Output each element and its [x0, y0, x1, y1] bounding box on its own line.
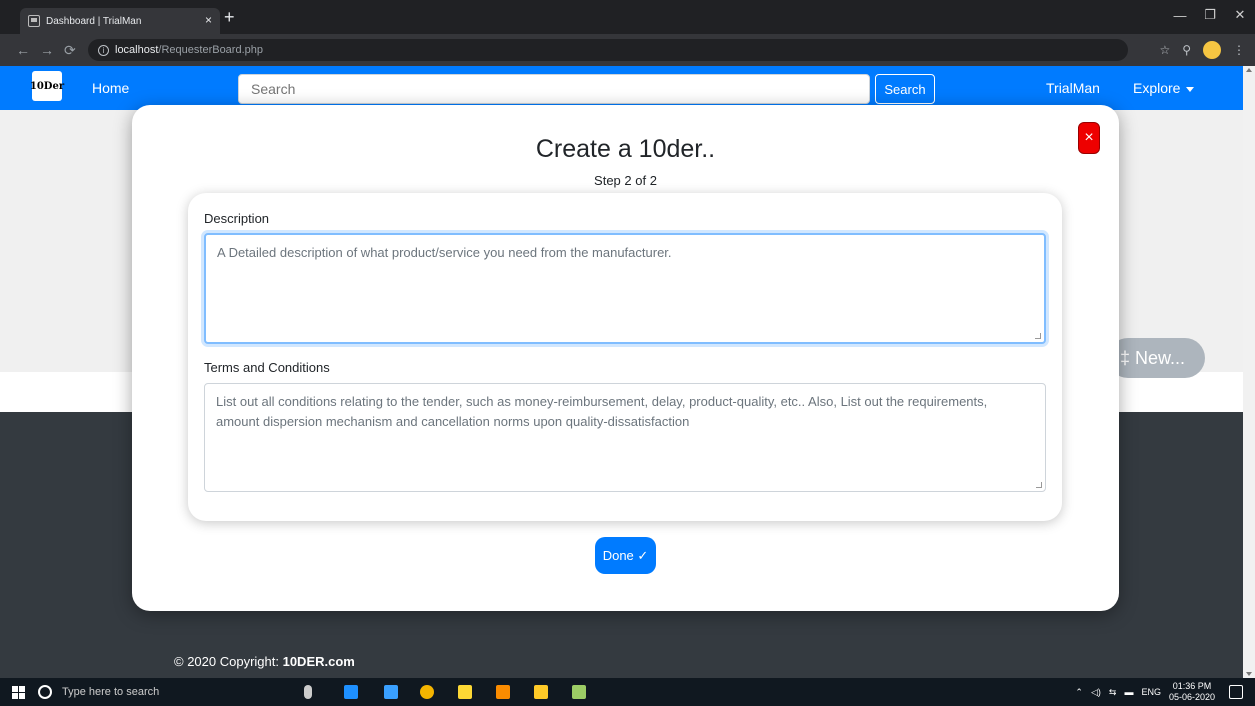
windows-start-icon[interactable] — [12, 686, 25, 699]
description-placeholder: A Detailed description of what product/s… — [217, 245, 672, 260]
paint-icon[interactable] — [572, 685, 586, 699]
description-label: Description — [204, 211, 270, 226]
page-scrollbar[interactable] — [1243, 66, 1255, 678]
nav-home-link[interactable]: Home — [92, 80, 129, 96]
explore-label: Explore — [1133, 80, 1181, 96]
reload-icon[interactable]: ⟳ — [64, 42, 76, 59]
site-info-icon[interactable]: i — [98, 44, 109, 56]
resize-grip-icon[interactable] — [1035, 333, 1041, 339]
app-icon[interactable] — [384, 685, 398, 699]
terms-label: Terms and Conditions — [204, 360, 330, 375]
resize-grip-icon[interactable] — [1036, 482, 1042, 488]
done-button[interactable]: Done ✓ — [595, 537, 656, 574]
brand-logo[interactable]: 10Der — [30, 71, 64, 101]
modal-title: Create a 10der.. — [535, 135, 716, 163]
minimize-button[interactable]: — — [1165, 0, 1195, 30]
create-10der-modal: × Create a 10der.. Step 2 of 2 Descripti… — [132, 105, 1119, 611]
terms-textarea[interactable]: List out all conditions relating to the … — [204, 383, 1046, 492]
network-icon[interactable]: ⇆ — [1109, 687, 1117, 698]
caret-down-icon — [1186, 86, 1195, 92]
url-host: localhost — [115, 44, 159, 56]
tab-title: Dashboard | TrialMan — [46, 15, 142, 27]
address-bar[interactable]: i localhost/RequesterBoard.php — [88, 39, 1128, 61]
chrome-icon[interactable] — [420, 685, 434, 699]
browser-tab[interactable]: Dashboard | TrialMan × — [20, 8, 220, 34]
copyright-text: © 2020 Copyright: 10DER.com — [174, 654, 355, 669]
page-favicon-icon — [28, 15, 40, 27]
clock[interactable]: 01:36 PM 05-06-2020 — [1169, 681, 1215, 703]
url-path: /RequesterBoard.php — [158, 44, 263, 56]
browser-tabbar: Dashboard | TrialMan × + — ❐ ✕ — [0, 0, 1255, 34]
step-indicator: Step 2 of 2 — [594, 173, 657, 188]
explore-dropdown[interactable]: Explore — [1133, 80, 1195, 96]
back-arrow-icon[interactable]: ← — [16, 42, 30, 58]
bookmark-star-icon[interactable]: ☆ — [1159, 43, 1170, 57]
copyright-site: 10DER.com — [282, 654, 355, 669]
mail-app-icon[interactable] — [344, 685, 358, 699]
xampp-icon[interactable] — [496, 685, 510, 699]
browser-toolbar: ← → ⟳ i localhost/RequesterBoard.php ☆ ⚲… — [0, 34, 1255, 66]
scroll-down-icon[interactable] — [1246, 672, 1252, 676]
scroll-up-icon[interactable] — [1246, 68, 1252, 72]
search-input[interactable] — [238, 74, 870, 104]
new-button[interactable]: ‡ New... — [1108, 338, 1205, 378]
nav-user-link[interactable]: TrialMan — [1046, 80, 1100, 96]
forward-arrow-icon[interactable]: → — [40, 42, 54, 58]
microphone-icon[interactable] — [304, 685, 312, 699]
cortana-icon — [38, 685, 52, 699]
file-explorer-icon[interactable] — [534, 685, 548, 699]
taskbar-search[interactable]: Type here to search — [38, 678, 288, 706]
maximize-button[interactable]: ❐ — [1195, 0, 1225, 30]
site-navbar: 10Der Home Search TrialMan Explore — [0, 66, 1243, 110]
new-tab-button[interactable]: + — [224, 7, 235, 28]
language-indicator[interactable]: ENG — [1141, 687, 1161, 697]
chevron-up-icon[interactable]: ⌃ — [1075, 687, 1083, 698]
system-tray: ⌃ ◁) ⇆ ▬ ENG 01:36 PM 05-06-2020 — [1075, 681, 1215, 703]
form-card: Description A Detailed description of wh… — [188, 193, 1062, 521]
key-icon[interactable]: ⚲ — [1182, 43, 1191, 57]
profile-avatar[interactable] — [1203, 41, 1221, 59]
more-menu-icon[interactable]: ⋮ — [1233, 43, 1245, 57]
taskbar-search-placeholder: Type here to search — [62, 686, 160, 698]
sticky-notes-icon[interactable] — [458, 685, 472, 699]
volume-icon[interactable]: ◁) — [1091, 687, 1101, 698]
notification-icon[interactable] — [1229, 685, 1243, 699]
search-button[interactable]: Search — [875, 74, 935, 104]
window-controls: — ❐ ✕ — [1165, 0, 1255, 30]
tab-close-icon[interactable]: × — [205, 13, 212, 27]
clock-date: 05-06-2020 — [1168, 692, 1215, 702]
copyright-prefix: © 2020 Copyright: — [174, 654, 283, 669]
clock-time: 01:36 PM — [1172, 681, 1212, 691]
battery-icon[interactable]: ▬ — [1124, 687, 1133, 697]
close-window-button[interactable]: ✕ — [1225, 0, 1255, 30]
description-textarea[interactable]: A Detailed description of what product/s… — [204, 233, 1046, 344]
windows-taskbar: Type here to search ⌃ ◁) ⇆ ▬ ENG 01:36 P… — [0, 678, 1255, 706]
toolbar-actions: ☆ ⚲ ⋮ — [1159, 41, 1245, 59]
terms-placeholder: List out all conditions relating to the … — [216, 394, 988, 429]
